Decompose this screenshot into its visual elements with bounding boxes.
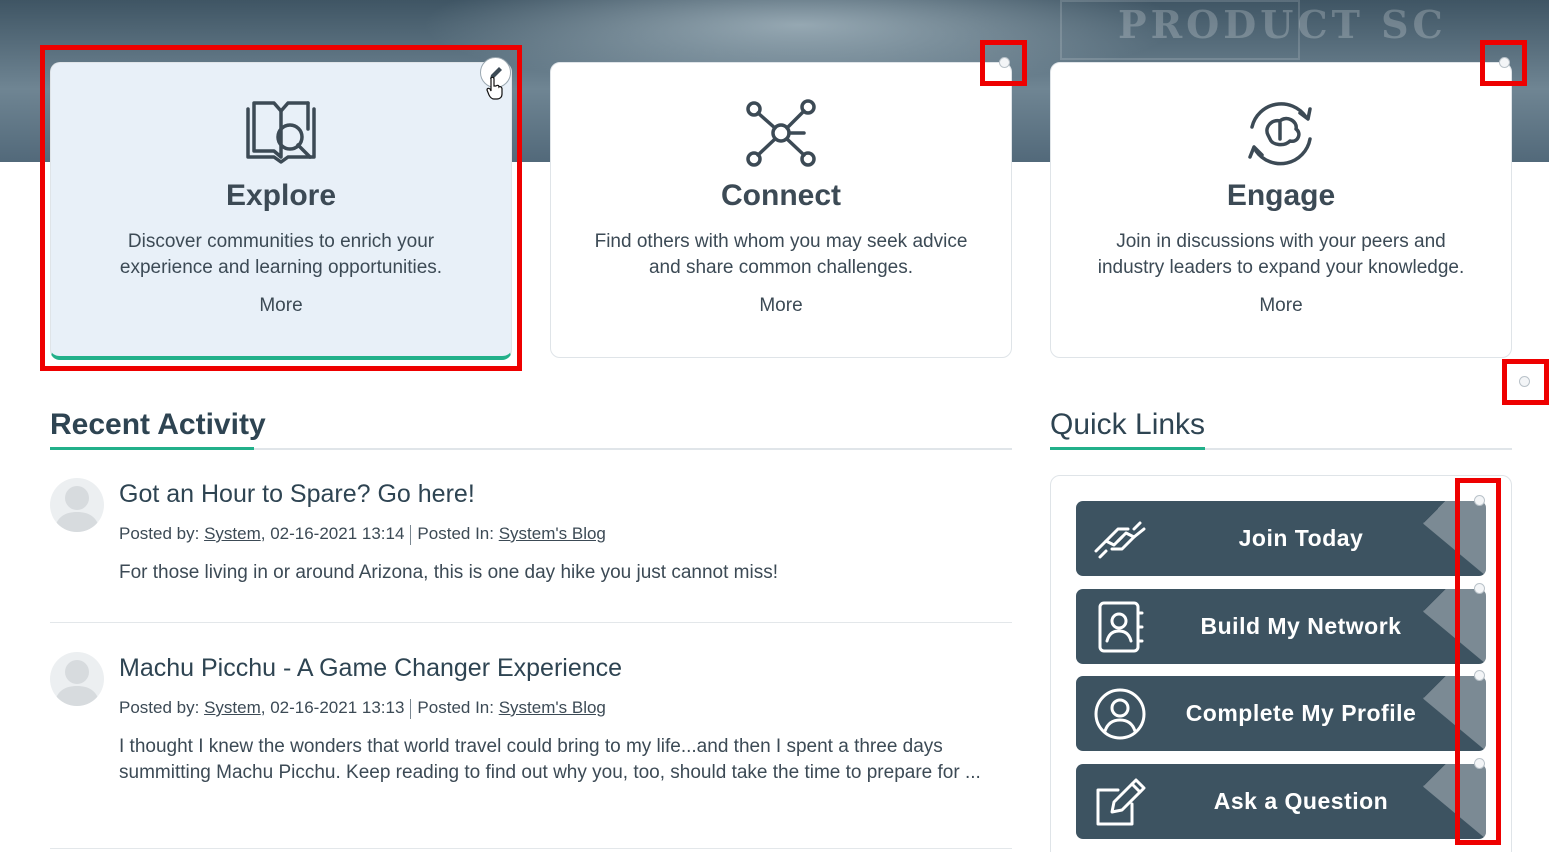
build-my-network-button[interactable]: Build My Network xyxy=(1076,589,1486,664)
card-engage[interactable]: Engage Join in discussions with your pee… xyxy=(1050,62,1512,358)
author-link[interactable]: System xyxy=(204,524,261,543)
activity-title-link[interactable]: Machu Picchu - A Game Changer Experience xyxy=(119,654,622,683)
timestamp: , 02-16-2021 13:14 xyxy=(260,524,405,543)
quick-links-title: Quick Links xyxy=(1050,408,1206,441)
card-title: Connect xyxy=(721,179,841,212)
section-accent xyxy=(1050,447,1205,450)
activity-item: Got an Hour to Spare? Go here! Posted by… xyxy=(50,478,1012,618)
highlight-box xyxy=(40,45,522,371)
section-accent xyxy=(50,447,254,450)
drag-handle[interactable] xyxy=(1519,376,1530,387)
user-circle-icon xyxy=(1094,688,1146,740)
card-more-link[interactable]: More xyxy=(1051,295,1511,317)
activity-meta: Posted by: System, 02-16-2021 13:14 Poste… xyxy=(119,524,606,545)
highlight-box xyxy=(1455,478,1501,845)
blog-link[interactable]: System's Blog xyxy=(499,698,606,717)
posted-by-label: Posted by: xyxy=(119,524,200,543)
activity-title-link[interactable]: Got an Hour to Spare? Go here! xyxy=(119,480,475,509)
avatar xyxy=(50,652,104,706)
drag-handle[interactable] xyxy=(999,57,1010,68)
activity-excerpt: I thought I knew the wonders that world … xyxy=(119,736,981,783)
drag-handle[interactable] xyxy=(1499,57,1510,68)
card-description: Join in discussions with your peers and … xyxy=(1097,231,1465,278)
button-label: Join Today xyxy=(1238,525,1364,551)
button-label: Build My Network xyxy=(1200,613,1402,639)
meta-separator xyxy=(410,698,412,719)
timestamp: , 02-16-2021 13:13 xyxy=(260,698,405,717)
card-connect[interactable]: Connect Find others with whom you may se… xyxy=(550,62,1012,358)
meta-separator xyxy=(410,524,412,545)
posted-in-label: Posted In: xyxy=(417,524,494,543)
network-icon xyxy=(746,99,816,167)
join-today-button[interactable]: Join Today xyxy=(1076,501,1486,576)
activity-meta: Posted by: System, 02-16-2021 13:13 Poste… xyxy=(119,698,606,719)
user-silhouette-icon xyxy=(54,660,100,706)
contact-book-icon xyxy=(1098,601,1144,653)
card-description: Find others with whom you may seek advic… xyxy=(594,231,968,278)
button-label: Ask a Question xyxy=(1213,788,1389,814)
ask-a-question-button[interactable]: Ask a Question xyxy=(1076,764,1486,839)
button-label: Complete My Profile xyxy=(1185,700,1417,726)
hero-watermark: PRODUCT SC xyxy=(1118,2,1447,47)
complete-my-profile-button[interactable]: Complete My Profile xyxy=(1076,676,1486,751)
blog-link[interactable]: System's Blog xyxy=(499,524,606,543)
brain-cycle-icon xyxy=(1248,102,1312,166)
activity-divider xyxy=(50,622,1012,623)
edit-square-icon xyxy=(1096,778,1146,826)
activity-item: Machu Picchu - A Game Changer Experience… xyxy=(50,652,1012,842)
card-more-link[interactable]: More xyxy=(551,295,1011,317)
posted-by-label: Posted by: xyxy=(119,698,200,717)
user-silhouette-icon xyxy=(54,486,100,532)
activity-excerpt: For those living in or around Arizona, t… xyxy=(119,562,779,583)
activity-divider xyxy=(50,848,1012,849)
posted-in-label: Posted In: xyxy=(417,698,494,717)
card-title: Engage xyxy=(1226,179,1336,212)
handshake-icon xyxy=(1094,521,1146,559)
author-link[interactable]: System xyxy=(204,698,261,717)
avatar xyxy=(50,478,104,532)
recent-activity-title: Recent Activity xyxy=(50,408,266,441)
